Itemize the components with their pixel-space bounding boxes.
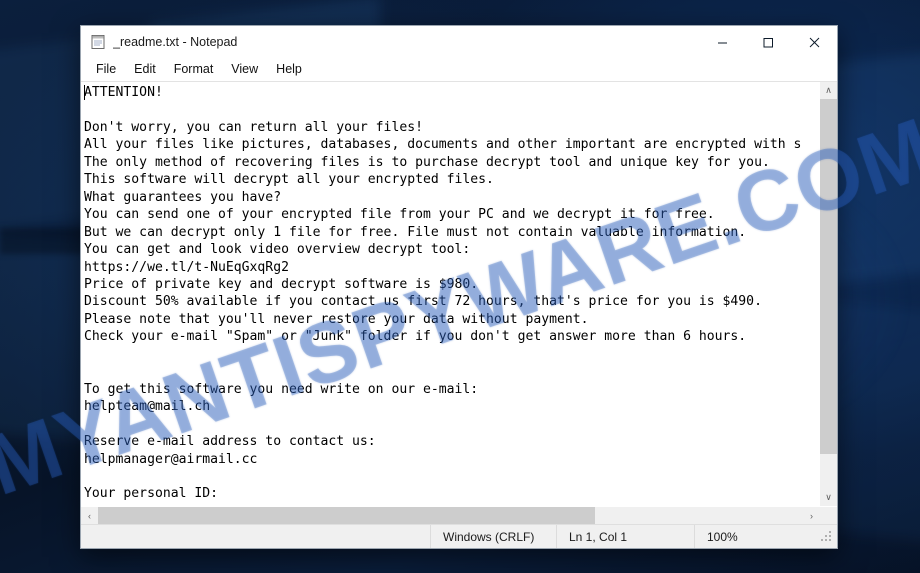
scroll-right-icon[interactable]: › bbox=[803, 507, 820, 524]
notepad-window: _readme.txt - Notepad File Edit Format V… bbox=[80, 25, 838, 549]
menu-item-edit[interactable]: Edit bbox=[125, 60, 165, 79]
text-editor[interactable]: ATTENTION! Don't worry, you can return a… bbox=[81, 82, 819, 506]
scrollbar-corner bbox=[820, 507, 837, 524]
maximize-button[interactable] bbox=[745, 26, 791, 58]
notepad-icon bbox=[90, 34, 106, 50]
menu-bar: File Edit Format View Help bbox=[81, 58, 837, 82]
status-spacer bbox=[81, 525, 431, 548]
window-title: _readme.txt - Notepad bbox=[113, 35, 238, 49]
vertical-scroll-track[interactable] bbox=[820, 99, 837, 489]
editor-area: ATTENTION! Don't worry, you can return a… bbox=[81, 82, 837, 524]
scroll-up-icon[interactable]: ∧ bbox=[820, 82, 837, 99]
minimize-button[interactable] bbox=[699, 26, 745, 58]
horizontal-scrollbar[interactable]: ‹ › bbox=[81, 506, 837, 524]
editor-row: ATTENTION! Don't worry, you can return a… bbox=[81, 82, 837, 506]
vertical-scroll-thumb[interactable] bbox=[820, 99, 837, 454]
status-zoom-level[interactable]: 100% bbox=[695, 525, 817, 548]
horizontal-scroll-thumb[interactable] bbox=[98, 507, 596, 524]
vertical-scrollbar[interactable]: ∧ ∨ bbox=[819, 82, 837, 506]
desktop: _readme.txt - Notepad File Edit Format V… bbox=[0, 0, 920, 573]
scroll-down-icon[interactable]: ∨ bbox=[820, 489, 837, 506]
title-bar[interactable]: _readme.txt - Notepad bbox=[81, 26, 837, 58]
scroll-left-icon[interactable]: ‹ bbox=[81, 507, 98, 524]
horizontal-scroll-track[interactable] bbox=[98, 507, 803, 524]
resize-grip-icon[interactable] bbox=[817, 525, 837, 548]
status-line-ending[interactable]: Windows (CRLF) bbox=[431, 525, 557, 548]
menu-item-file[interactable]: File bbox=[87, 60, 125, 79]
menu-item-view[interactable]: View bbox=[222, 60, 267, 79]
status-cursor-position[interactable]: Ln 1, Col 1 bbox=[557, 525, 695, 548]
status-bar: Windows (CRLF) Ln 1, Col 1 100% bbox=[81, 524, 837, 548]
close-button[interactable] bbox=[791, 26, 837, 58]
menu-item-help[interactable]: Help bbox=[267, 60, 311, 79]
window-controls bbox=[699, 26, 837, 58]
menu-item-format[interactable]: Format bbox=[165, 60, 223, 79]
ransom-note-text: ATTENTION! Don't worry, you can return a… bbox=[84, 85, 802, 502]
